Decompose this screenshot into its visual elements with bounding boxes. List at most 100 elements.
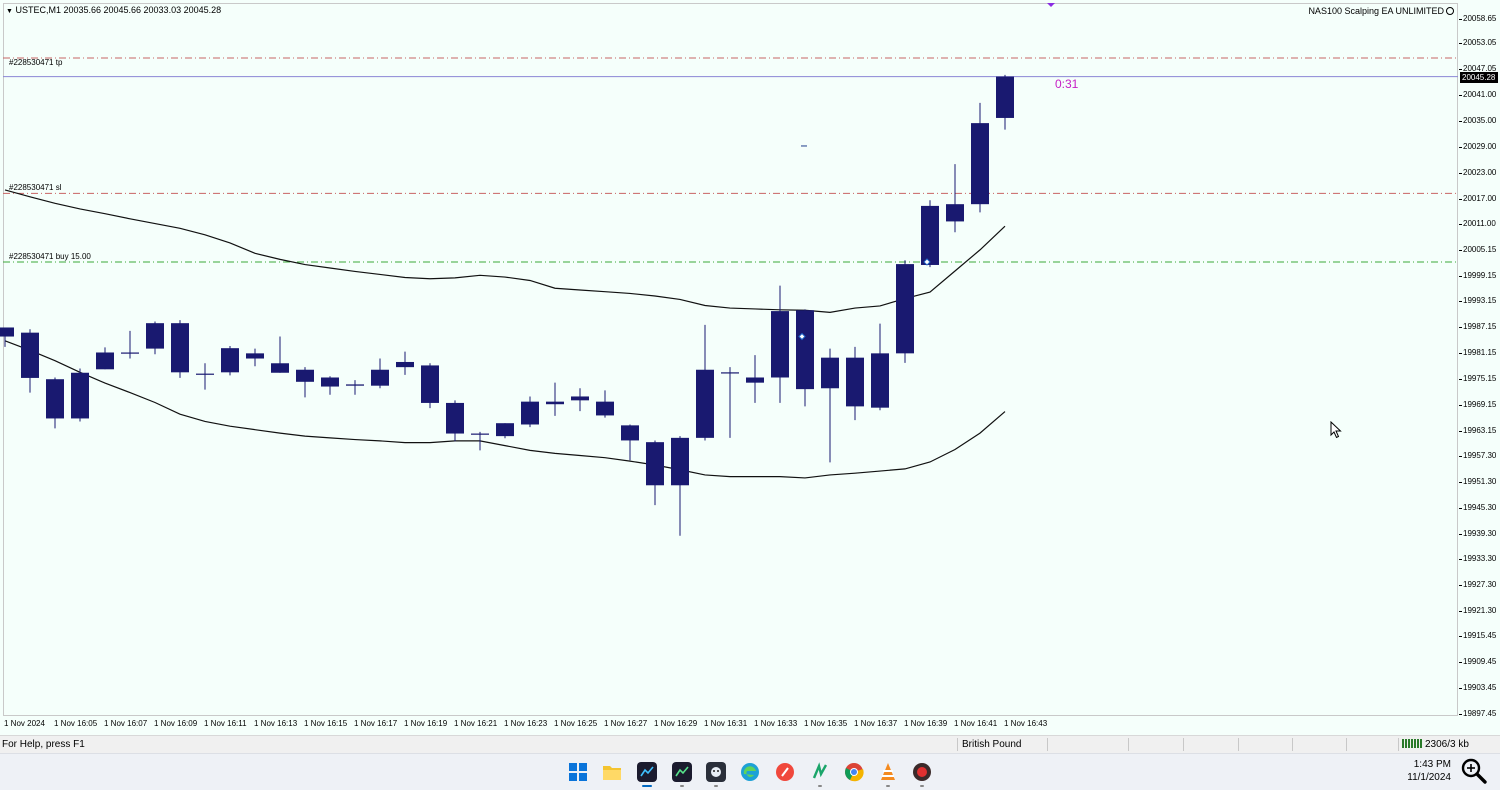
- taskbar: 1:43 PM 11/1/2024: [0, 753, 1500, 790]
- candle-body: [346, 384, 364, 386]
- candle-body: [321, 377, 339, 387]
- time-tick-label: 1 Nov 16:43: [1004, 719, 1048, 728]
- price-tick-mark: [1459, 662, 1462, 664]
- price-tick-label: 20011.00: [1463, 219, 1496, 229]
- time-tick-label: 1 Nov 16:33: [754, 719, 798, 728]
- clock-time: 1:43 PM: [1413, 759, 1451, 770]
- price-tick-mark: [1459, 249, 1462, 251]
- edge-icon[interactable]: [740, 762, 760, 782]
- price-tick-label: 19993.15: [1463, 296, 1497, 306]
- candle-body: [896, 264, 914, 354]
- candle-body: [546, 401, 564, 405]
- candle-body: [121, 352, 139, 354]
- price-axis[interactable]: 20058.65 20053.05 20047.05 20041.00 20035.00…: [1459, 0, 1500, 735]
- candle-body: [271, 363, 289, 373]
- candle-body: [421, 365, 439, 403]
- candle-countdown: 0:31: [1055, 77, 1079, 91]
- sl-line-label: #228530471 sl: [9, 183, 62, 192]
- price-tick-mark: [1459, 611, 1462, 613]
- recorder-icon[interactable]: [912, 762, 932, 787]
- price-tick-label: 20053.05: [1463, 38, 1497, 48]
- price-tick-mark: [1459, 481, 1462, 483]
- mouse-cursor-icon: [1330, 421, 1342, 439]
- time-tick-label: 1 Nov 16:17: [354, 719, 398, 728]
- time-tick-label: 1 Nov 16:27: [604, 719, 648, 728]
- price-tick-label: 19975.15: [1463, 374, 1497, 383]
- time-tick-label: 1 Nov 16:41: [954, 719, 998, 728]
- price-tick-label: 19909.45: [1463, 657, 1497, 667]
- collapse-triangle-icon[interactable]: ▼: [6, 8, 13, 15]
- time-tick-label: 1 Nov 16:07: [104, 719, 148, 728]
- price-tick-mark: [1459, 636, 1462, 638]
- time-axis[interactable]: 1 Nov 2024 1 Nov 16:05 1 Nov 16:07 1 Nov 16…: [0, 716, 1458, 734]
- symbol-header: ▼ USTEC,M1 20035.66 20045.66 20033.03 20…: [6, 5, 221, 15]
- time-tick-label: 1 Nov 16:29: [654, 719, 698, 728]
- time-tick-label: 1 Nov 16:09: [154, 719, 198, 728]
- expert-advisor-label[interactable]: NAS100 Scalping EA UNLIMITED: [1308, 6, 1454, 16]
- candle-body: [796, 310, 814, 390]
- price-tick-mark: [1459, 714, 1462, 715]
- time-tick-label: 1 Nov 16:23: [504, 719, 548, 728]
- price-tick-label: 19963.15: [1463, 425, 1497, 435]
- price-tick-label: 19915.45: [1463, 631, 1497, 641]
- candle-body: [521, 401, 539, 425]
- price-tick-mark: [1459, 43, 1462, 45]
- taskbar-clock[interactable]: 1:43 PM 11/1/2024: [1405, 758, 1451, 784]
- app-icon[interactable]: [706, 762, 726, 787]
- smiley-icon: [1446, 7, 1454, 15]
- current-price-label: 20045.28: [1460, 71, 1498, 83]
- candle-body: [371, 369, 389, 386]
- price-tick-label: 20017.00: [1463, 193, 1497, 203]
- price-tick-label: 20023.00: [1463, 167, 1497, 177]
- price-tick-label: 19957.30: [1463, 450, 1497, 460]
- clock-date: 11/1/2024: [1407, 772, 1451, 783]
- status-separator: [1047, 738, 1048, 751]
- price-tick-label: 19999.15: [1463, 270, 1497, 280]
- connection-status[interactable]: 2306/3 kb: [1402, 739, 1469, 750]
- period-separator-marker: [1047, 3, 1055, 7]
- metatrader-icon-2[interactable]: [672, 762, 692, 787]
- app-green-icon[interactable]: [810, 762, 830, 787]
- price-tick-mark: [1459, 430, 1462, 432]
- candle-body: [221, 348, 239, 373]
- vlc-icon[interactable]: [878, 762, 898, 787]
- candlestick-chart[interactable]: [0, 0, 1458, 716]
- status-separator: [1346, 738, 1347, 751]
- price-tick-label: 19969.15: [1463, 399, 1497, 409]
- price-tick-label: 19933.30: [1463, 554, 1497, 564]
- buy-line-label: #228530471 buy 15.00: [9, 252, 91, 261]
- candle-body: [21, 332, 39, 378]
- candle-body: [96, 352, 114, 370]
- status-separator: [1128, 738, 1129, 751]
- candle-body: [171, 323, 189, 373]
- candle-body: [46, 379, 64, 419]
- price-tick-mark: [1459, 379, 1462, 380]
- price-tick-mark: [1459, 224, 1462, 226]
- metatrader-icon[interactable]: [637, 762, 657, 787]
- price-tick-mark: [1459, 688, 1462, 690]
- candle-body: [746, 377, 764, 383]
- status-separator: [1292, 738, 1293, 751]
- time-tick-label: 1 Nov 16:35: [804, 719, 848, 728]
- time-tick-label: 1 Nov 16:37: [854, 719, 898, 728]
- candle-body: [296, 369, 314, 382]
- chrome-icon[interactable]: [844, 762, 864, 782]
- price-tick-mark: [1459, 146, 1462, 148]
- candle-body: [921, 205, 939, 265]
- time-tick-label: 1 Nov 16:31: [704, 719, 748, 728]
- app-red-icon[interactable]: [775, 762, 795, 782]
- price-tick-label: 19927.30: [1463, 580, 1497, 590]
- time-tick-label: 1 Nov 16:19: [404, 719, 448, 728]
- candle-body: [71, 372, 89, 419]
- chart-window[interactable]: ▼ USTEC,M1 20035.66 20045.66 20033.03 20…: [0, 0, 1500, 735]
- magnifier-icon[interactable]: [1460, 757, 1488, 785]
- status-separator: [1183, 738, 1184, 751]
- price-tick-label: 19945.30: [1463, 502, 1497, 512]
- price-tick-label: 19987.15: [1463, 322, 1497, 332]
- windows-start-icon[interactable]: [568, 762, 588, 782]
- price-tick-mark: [1459, 120, 1462, 122]
- file-explorer-icon[interactable]: [602, 762, 622, 782]
- time-tick-label: 1 Nov 2024: [4, 719, 45, 728]
- price-tick-label: 20005.15: [1463, 244, 1497, 254]
- price-tick-mark: [1459, 198, 1462, 200]
